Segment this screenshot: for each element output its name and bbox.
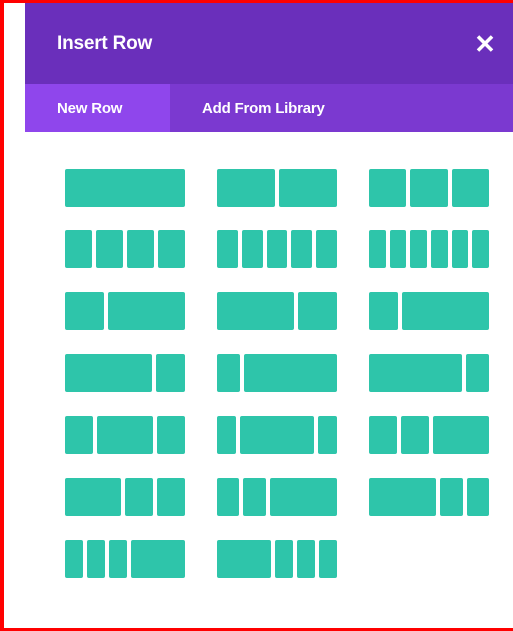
layout-column-block xyxy=(65,416,93,454)
row-layout-option[interactable] xyxy=(65,169,185,207)
layout-column-block xyxy=(431,230,448,268)
close-icon[interactable]: ✕ xyxy=(473,31,497,57)
tab-new-row[interactable]: New Row xyxy=(25,84,170,132)
layout-column-block xyxy=(466,478,490,516)
layout-column-block xyxy=(107,292,185,330)
tab-add-from-library[interactable]: Add From Library xyxy=(170,84,325,132)
layout-column-block xyxy=(244,354,337,392)
dialog-header: Insert Row ✕ xyxy=(25,3,513,84)
row-layout-option[interactable] xyxy=(369,230,490,268)
layout-column-block xyxy=(266,230,288,268)
row-layout-option[interactable] xyxy=(217,354,337,392)
layout-column-block xyxy=(298,292,337,330)
layout-column-block xyxy=(291,230,313,268)
row-layout-option[interactable] xyxy=(65,540,185,578)
layout-column-block xyxy=(109,540,127,578)
layout-column-block xyxy=(217,230,238,268)
layout-column-block xyxy=(451,169,489,207)
layout-column-block xyxy=(465,354,489,392)
layout-column-block xyxy=(157,416,185,454)
layout-column-block xyxy=(217,354,241,392)
layout-column-block xyxy=(369,230,386,268)
layout-column-block xyxy=(279,169,337,207)
row-layout-option[interactable] xyxy=(217,540,337,578)
layout-column-block xyxy=(269,478,338,516)
layout-column-block xyxy=(410,169,448,207)
layout-column-block xyxy=(369,292,398,330)
row-layout-option[interactable] xyxy=(217,478,338,516)
layout-column-block xyxy=(156,354,185,392)
layout-column-block xyxy=(125,478,153,516)
layout-column-block xyxy=(65,169,185,207)
layout-column-block xyxy=(217,416,236,454)
layout-column-block xyxy=(451,230,469,268)
layout-column-block xyxy=(97,416,153,454)
insert-row-dialog: Insert Row ✕ New Row Add From Library xyxy=(25,3,513,628)
layout-column-block xyxy=(239,416,315,454)
layout-column-block xyxy=(440,478,463,516)
layout-column-block xyxy=(401,416,429,454)
layout-column-block xyxy=(243,478,266,516)
layout-column-block xyxy=(433,416,489,454)
layout-column-block xyxy=(217,292,295,330)
row-layout-option[interactable] xyxy=(369,478,490,516)
layout-column-block xyxy=(297,540,315,578)
row-layout-option[interactable] xyxy=(217,416,338,454)
layout-column-block xyxy=(131,540,185,578)
layout-column-block xyxy=(410,230,428,268)
layout-column-block xyxy=(275,540,293,578)
row-layout-option[interactable] xyxy=(369,354,489,392)
layout-column-block xyxy=(369,416,397,454)
row-layout-option[interactable] xyxy=(369,169,489,207)
row-layout-option[interactable] xyxy=(217,230,337,268)
layout-column-block xyxy=(389,230,407,268)
layout-column-block xyxy=(157,478,185,516)
layout-column-block xyxy=(65,540,83,578)
layout-column-block xyxy=(217,478,240,516)
layout-column-block xyxy=(319,540,337,578)
layout-column-block xyxy=(65,230,92,268)
layout-column-block xyxy=(65,354,152,392)
layout-column-block xyxy=(87,540,105,578)
row-layout-option[interactable] xyxy=(65,478,185,516)
layout-column-block xyxy=(217,540,271,578)
layout-column-block xyxy=(65,478,121,516)
row-layout-option[interactable] xyxy=(65,354,185,392)
layout-column-block xyxy=(369,354,462,392)
layout-column-block xyxy=(369,478,437,516)
layout-column-block xyxy=(369,169,407,207)
row-layout-option[interactable] xyxy=(65,292,185,330)
row-layout-option[interactable] xyxy=(65,230,185,268)
row-layout-option[interactable] xyxy=(369,416,489,454)
layout-column-block xyxy=(472,230,490,268)
layout-column-block xyxy=(402,292,489,330)
layout-column-block xyxy=(158,230,185,268)
row-layout-option[interactable] xyxy=(217,169,337,207)
layout-column-block xyxy=(318,416,338,454)
dialog-title: Insert Row xyxy=(57,32,153,54)
row-layout-option[interactable] xyxy=(217,292,337,330)
row-layout-option[interactable] xyxy=(65,416,185,454)
layout-column-block xyxy=(127,230,154,268)
layout-column-block xyxy=(96,230,123,268)
column-layout-grid xyxy=(25,132,513,628)
layout-column-block xyxy=(217,169,275,207)
layout-column-block xyxy=(65,292,104,330)
layout-column-block xyxy=(316,230,337,268)
row-layout-option[interactable] xyxy=(369,292,489,330)
layout-column-block xyxy=(241,230,263,268)
tab-bar: New Row Add From Library xyxy=(25,84,513,132)
